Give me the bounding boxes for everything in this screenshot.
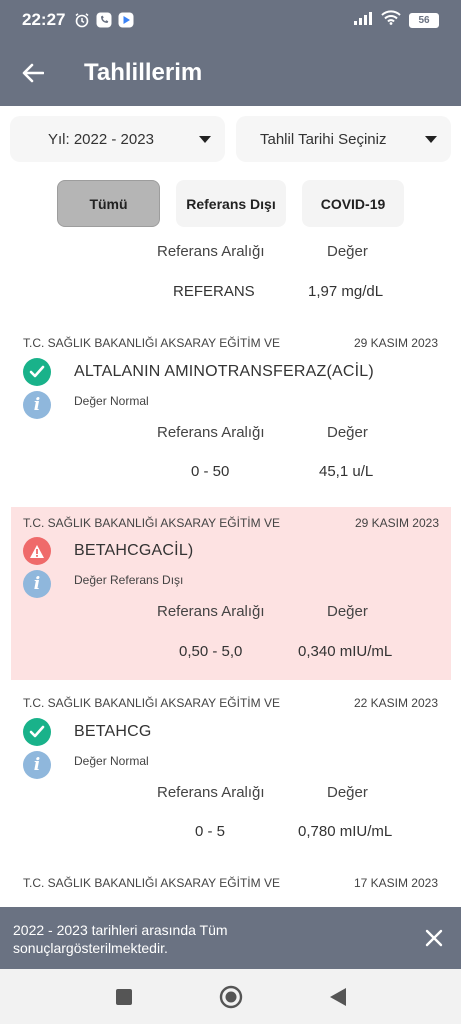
- result-card[interactable]: T.C. SAĞLIK BAKANLIĞI AKSARAY EĞİTİM VE …: [0, 688, 461, 860]
- status-time: 22:27: [22, 10, 66, 29]
- date-dropdown-value: Tahlil Tarihi Seçiniz: [260, 130, 387, 148]
- institution-name: T.C. SAĞLIK BAKANLIĞI AKSARAY EĞİTİM VE: [23, 336, 280, 350]
- alarm-icon: [73, 12, 90, 29]
- result-card[interactable]: Referans Aralığı Değer REFERANS 1,97 mg/…: [0, 236, 461, 320]
- filter-tabs: Tümü Referans Dışı COVID-19: [0, 180, 461, 227]
- result-value: 45,1 u/L: [319, 463, 374, 480]
- result-status: Değer Referans Dışı: [74, 573, 184, 587]
- phone-app-icon: [95, 12, 112, 29]
- close-icon: [425, 929, 443, 947]
- range-column-label: Referans Aralığı: [157, 424, 265, 441]
- status-bar: 22:27 56: [0, 0, 461, 40]
- year-dropdown-value: Yıl: 2022 - 2023: [48, 130, 154, 148]
- range-column-label: Referans Aralığı: [157, 603, 265, 620]
- tab-all[interactable]: Tümü: [57, 180, 160, 227]
- caret-down-icon: [199, 135, 211, 143]
- test-name: ALTALANIN AMINOTRANSFERAZ(ACİL): [74, 363, 374, 380]
- triangle-back-icon: [329, 987, 346, 1006]
- arrow-left-icon: [22, 63, 44, 83]
- system-nav-bar: [0, 969, 461, 1024]
- test-name: BETAHCG: [74, 723, 152, 740]
- tab-out-of-range[interactable]: Referans Dışı: [176, 180, 286, 227]
- caret-down-icon: [425, 135, 437, 143]
- snackbar: 2022 - 2023 tarihleri arasında Tüm sonuç…: [0, 907, 461, 969]
- result-card[interactable]: T.C. SAĞLIK BAKANLIĞI AKSARAY EĞİTİM VE …: [0, 328, 461, 500]
- snackbar-line-1: 2022 - 2023 tarihleri arasında Tüm: [13, 922, 228, 938]
- back-nav-button[interactable]: [318, 977, 358, 1017]
- institution-name: T.C. SAĞLIK BAKANLIĞI AKSARAY EĞİTİM VE: [23, 696, 280, 710]
- play-store-icon: [117, 12, 134, 29]
- result-card-out-of-range[interactable]: T.C. SAĞLIK BAKANLIĞI AKSARAY EĞİTİM VE …: [11, 507, 451, 680]
- result-value: 0,340 mIU/mL: [298, 643, 393, 660]
- result-card[interactable]: T.C. SAĞLIK BAKANLIĞI AKSARAY EĞİTİM VE …: [0, 868, 461, 907]
- home-circle-icon: [219, 985, 242, 1008]
- info-icon[interactable]: i: [23, 570, 51, 598]
- battery-icon: 56: [409, 12, 439, 28]
- tab-covid-19[interactable]: COVID-19: [302, 180, 404, 227]
- filter-row: Yıl: 2022 - 2023 Tahlil Tarihi Seçiniz: [0, 116, 461, 162]
- value-column-label: Değer: [327, 603, 368, 620]
- warning-icon: [23, 537, 51, 565]
- result-date: 17 KASIM 2023: [353, 876, 438, 890]
- result-status: Değer Normal: [74, 754, 149, 768]
- result-date: 29 KASIM 2023: [354, 516, 439, 530]
- reference-range: 0 - 5: [195, 823, 226, 840]
- test-name: BETAHCGACİL): [74, 542, 194, 559]
- result-date: 22 KASIM 2023: [353, 696, 438, 710]
- year-dropdown[interactable]: Yıl: 2022 - 2023: [10, 116, 225, 162]
- wifi-icon: [381, 10, 401, 30]
- back-button[interactable]: [0, 40, 66, 106]
- result-date: 29 KASIM 2023: [353, 336, 438, 350]
- info-icon[interactable]: i: [23, 391, 51, 419]
- reference-range: 0,50 - 5,0: [179, 643, 243, 660]
- reference-range: 0 - 50: [191, 463, 230, 480]
- value-column-label: Değer: [327, 243, 368, 260]
- home-button[interactable]: [211, 977, 251, 1017]
- result-value: 0,780 mIU/mL: [298, 823, 393, 840]
- check-icon: [23, 358, 51, 386]
- range-column-label: Referans Aralığı: [157, 243, 265, 260]
- institution-name: T.C. SAĞLIK BAKANLIĞI AKSARAY EĞİTİM VE: [23, 876, 280, 890]
- value-column-label: Değer: [327, 784, 368, 801]
- reference-range: REFERANS: [173, 283, 255, 300]
- info-icon[interactable]: i: [23, 751, 51, 779]
- check-icon: [23, 718, 51, 746]
- results-list[interactable]: Referans Aralığı Değer REFERANS 1,97 mg/…: [0, 236, 461, 907]
- signal-icon: [353, 10, 373, 30]
- date-dropdown[interactable]: Tahlil Tarihi Seçiniz: [236, 116, 451, 162]
- snackbar-line-2: sonuçlargösterilmektedir.: [13, 940, 168, 956]
- institution-name: T.C. SAĞLIK BAKANLIĞI AKSARAY EĞİTİM VE: [23, 516, 280, 530]
- range-column-label: Referans Aralığı: [157, 784, 265, 801]
- square-icon: [115, 988, 132, 1005]
- result-value: 1,97 mg/dL: [308, 283, 384, 300]
- app-bar: Tahlillerim: [0, 40, 461, 106]
- value-column-label: Değer: [327, 424, 368, 441]
- result-status: Değer Normal: [74, 394, 149, 408]
- close-button[interactable]: [421, 925, 447, 951]
- recents-button[interactable]: [104, 977, 144, 1017]
- page-title: Tahlillerim: [84, 59, 203, 86]
